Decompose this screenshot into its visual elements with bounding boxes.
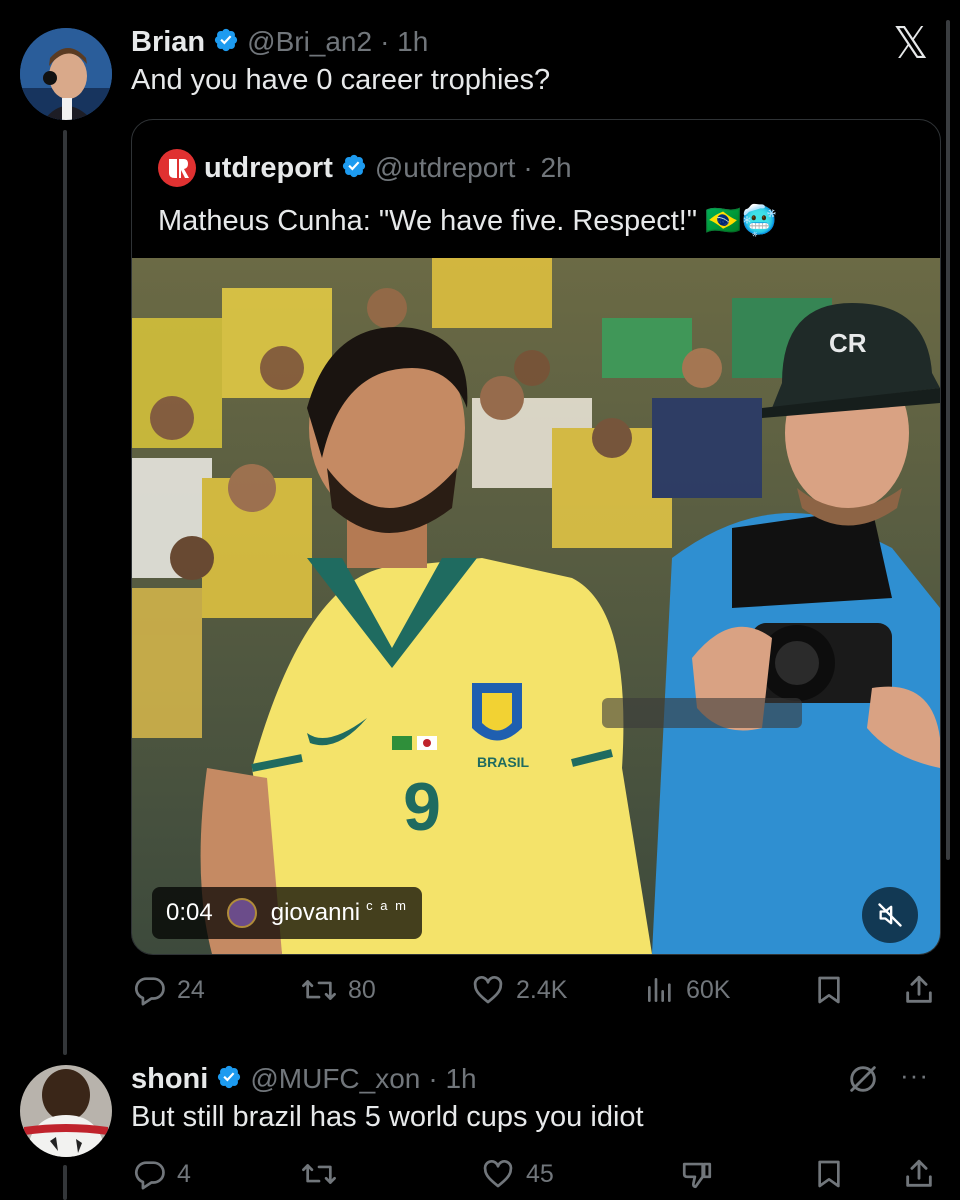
like-count: 2.4K: [516, 975, 568, 1004]
reply-reply-button[interactable]: 4: [133, 1154, 191, 1194]
bookmark-icon: [818, 976, 840, 1004]
share-button[interactable]: [902, 970, 936, 1010]
thread-line: [63, 130, 67, 1055]
thread-line-bottom: [63, 1165, 67, 1200]
repost-icon: [302, 980, 336, 1000]
reply-icon: [134, 1161, 165, 1190]
quote-author-handle[interactable]: @utdreport: [375, 152, 516, 184]
more-options-button[interactable]: ···: [900, 1060, 929, 1091]
repost-button[interactable]: 80: [300, 970, 376, 1010]
tweet-text: And you have 0 career trophies?: [131, 64, 551, 96]
reply-author-handle[interactable]: @MUFC_xon: [250, 1063, 420, 1095]
verified-badge-icon: [213, 27, 239, 58]
views-icon: [648, 978, 671, 1002]
downvote-icon: [682, 1162, 712, 1189]
quote-time: · 2h: [523, 152, 572, 183]
repost-count: 80: [348, 975, 376, 1004]
quote-author-name[interactable]: utdreport: [204, 152, 333, 185]
reply-button[interactable]: 24: [133, 970, 205, 1010]
bookmark-icon: [818, 1160, 840, 1188]
like-button[interactable]: 2.4K: [470, 970, 567, 1010]
reply-bookmark-button[interactable]: [813, 1154, 845, 1194]
muted-speaker-icon: [878, 903, 902, 927]
views-count: 60K: [686, 975, 731, 1004]
reply-text: But still brazil has 5 world cups you id…: [131, 1101, 644, 1133]
grok-button[interactable]: [846, 1062, 880, 1096]
reply-like-button[interactable]: 45: [480, 1154, 554, 1194]
reply-icon: [134, 977, 165, 1006]
reply-count: 24: [177, 975, 205, 1004]
reply-time: · 1h: [428, 1063, 477, 1094]
cap-logo: CR: [829, 328, 867, 358]
heart-icon: [483, 1160, 513, 1188]
share-icon: [906, 975, 932, 1003]
heart-icon: [473, 976, 503, 1004]
grok-icon: [850, 1066, 876, 1092]
author-handle[interactable]: @Bri_an2: [247, 26, 372, 58]
video-frame: [132, 258, 940, 954]
views-button[interactable]: 60K: [644, 970, 730, 1010]
reply-share-button[interactable]: [902, 1154, 936, 1194]
reply-like-count: 45: [526, 1159, 554, 1188]
video-timestamp: 0:04: [166, 899, 213, 926]
verified-badge-icon: [216, 1064, 242, 1095]
repost-icon: [302, 1164, 336, 1184]
tweet-time: · 1h: [380, 26, 429, 57]
jersey-country: BRASIL: [477, 754, 530, 770]
share-icon: [906, 1159, 932, 1187]
dislike-button[interactable]: [680, 1154, 714, 1194]
reply-reply-count: 4: [177, 1159, 191, 1188]
verified-badge-icon: [341, 153, 367, 184]
reply-header: shoni @MUFC_xon · 1h: [131, 1059, 477, 1099]
tweet-header: Brian @Bri_an2 · 1h: [131, 22, 428, 62]
video-creator: giovanni: [270, 899, 361, 926]
creator-avatar-icon: [226, 898, 257, 928]
reply-avatar-image: [20, 1065, 112, 1157]
reply-author-name[interactable]: shoni: [131, 1063, 208, 1096]
utdreport-logo-icon: [158, 149, 196, 187]
close-icon[interactable]: 𝕏: [893, 22, 941, 66]
quote-text: Matheus Cunha: "We have five. Respect!" …: [158, 205, 778, 237]
avatar-image: [20, 28, 112, 120]
video-creator-suffix: c a m: [366, 897, 408, 913]
mute-button[interactable]: [862, 887, 918, 943]
reply-repost-button[interactable]: [300, 1154, 348, 1194]
quoted-tweet-card[interactable]: utdreport @utdreport · 2h Matheus Cunha:…: [131, 119, 941, 955]
quote-header: utdreport @utdreport · 2h: [158, 148, 572, 188]
reply-avatar[interactable]: [20, 1065, 112, 1157]
author-name[interactable]: Brian: [131, 26, 205, 59]
scrollbar[interactable]: [946, 20, 950, 860]
avatar[interactable]: [20, 28, 112, 120]
bookmark-button[interactable]: [813, 970, 845, 1010]
video-player[interactable]: 9 BRASIL CR 0:04 giovanni c a m: [132, 258, 940, 954]
jersey-number: 9: [403, 769, 441, 845]
video-info-pill: 0:04 giovanni c a m: [152, 887, 422, 939]
